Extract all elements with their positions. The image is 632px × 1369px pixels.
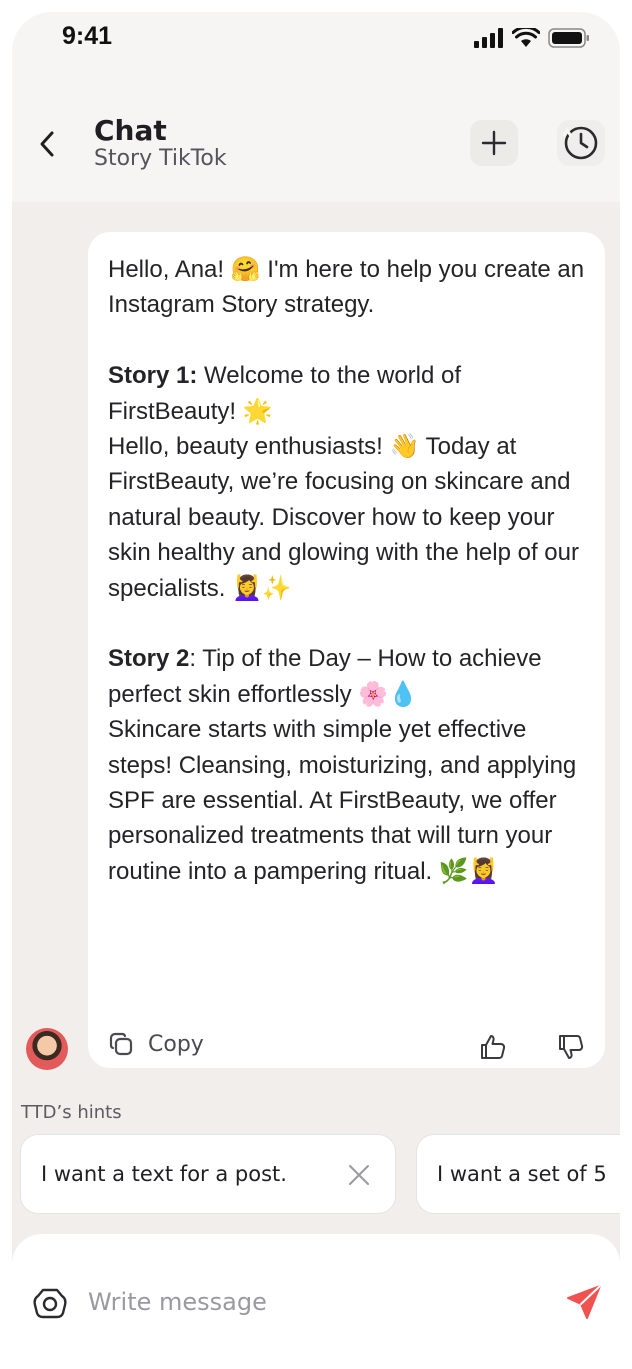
assistant-avatar <box>26 1028 68 1070</box>
hint-chip[interactable]: I want a set of 5 <box>416 1134 620 1214</box>
story-1: Story 1: Welcome to the world of FirstBe… <box>108 358 593 429</box>
story-2-label: Story 2 <box>108 645 190 673</box>
story-2-body: Skincare starts with simple yet effectiv… <box>108 716 577 885</box>
back-button[interactable] <box>32 124 62 164</box>
message-intro: Hello, Ana! 🤗 I'm here to help you creat… <box>108 256 585 319</box>
send-button[interactable] <box>564 1282 604 1322</box>
status-icons <box>474 28 590 48</box>
hint-text: I want a text for a post. <box>41 1162 287 1186</box>
copy-button[interactable]: Copy <box>108 1026 204 1062</box>
clock-icon <box>562 126 598 160</box>
story-1-body: Hello, beauty enthusiasts! 👋 Today at Fi… <box>108 433 579 602</box>
camera-icon <box>33 1288 67 1319</box>
plus-icon <box>481 130 507 156</box>
message-composer <box>12 1234 620 1369</box>
new-chat-button[interactable] <box>470 120 518 166</box>
message-input[interactable] <box>88 1280 548 1324</box>
like-button[interactable] <box>478 1032 508 1062</box>
send-icon <box>567 1285 601 1319</box>
signal-icon <box>474 28 503 48</box>
chevron-left-icon <box>40 131 54 157</box>
assistant-message: Hello, Ana! 🤗 I'm here to help you creat… <box>88 232 605 1068</box>
page-title: Chat <box>94 114 167 147</box>
hint-text: I want a set of 5 <box>437 1162 607 1186</box>
copy-icon <box>109 1032 133 1056</box>
story-2: Story 2: Tip of the Day – How to achieve… <box>108 641 593 712</box>
close-icon[interactable] <box>347 1163 371 1187</box>
dislike-button[interactable] <box>556 1032 586 1062</box>
hints-label: TTD’s hints <box>21 1102 122 1123</box>
wifi-icon <box>512 28 540 47</box>
story-1-label: Story 1: <box>108 362 198 390</box>
thumbs-down-icon <box>559 1035 584 1059</box>
hint-chip[interactable]: I want a text for a post. <box>20 1134 396 1214</box>
phone-screen: 9:41 Chat Story TikTok Hello, Ana! 🤗 I'm… <box>12 12 620 1369</box>
battery-icon <box>548 28 589 48</box>
top-bar: 9:41 Chat Story TikTok <box>12 12 620 202</box>
thumbs-up-icon <box>481 1035 506 1059</box>
message-text: Hello, Ana! 🤗 I'm here to help you creat… <box>108 252 593 889</box>
page-subtitle: Story TikTok <box>94 146 227 171</box>
status-time: 9:41 <box>62 22 113 50</box>
history-button[interactable] <box>557 120 605 166</box>
copy-label: Copy <box>148 1031 204 1057</box>
camera-button[interactable] <box>30 1282 70 1322</box>
